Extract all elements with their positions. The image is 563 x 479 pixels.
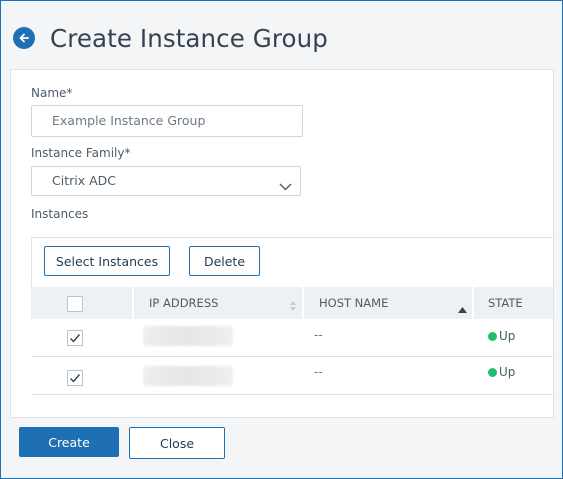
delete-button[interactable]: Delete <box>189 246 260 276</box>
dialog-window: Create Instance Group Name* Instance Fam… <box>0 0 563 479</box>
select-all-checkbox[interactable] <box>67 296 83 312</box>
table-row[interactable]: -- Up <box>31 319 553 357</box>
arrow-left-circle-icon[interactable] <box>13 27 35 49</box>
column-divider <box>132 287 134 319</box>
dialog-footer: Create Close <box>10 417 552 468</box>
state-cell: Up <box>488 329 515 343</box>
column-header-state[interactable]: STATE <box>488 287 523 319</box>
host-name-cell: -- <box>314 328 323 342</box>
name-input[interactable] <box>31 105 303 137</box>
ip-address-cell <box>143 366 233 386</box>
instance-family-value: Citrix ADC <box>52 173 116 188</box>
select-instances-button[interactable]: Select Instances <box>44 246 170 276</box>
column-header-ip-address[interactable]: IP ADDRESS <box>149 287 218 319</box>
host-name-cell: -- <box>314 365 323 379</box>
close-button[interactable]: Close <box>129 427 225 459</box>
sort-ascending-icon[interactable] <box>458 298 467 317</box>
status-up-icon <box>488 367 497 377</box>
instances-label: Instances <box>31 207 89 221</box>
name-label: Name* <box>31 86 73 100</box>
form-panel: Name* Instance Family* Citrix ADC Instan… <box>10 69 554 418</box>
column-header-host-name[interactable]: HOST NAME <box>319 287 388 319</box>
create-button[interactable]: Create <box>19 427 119 457</box>
status-up-icon <box>488 331 497 341</box>
table-row[interactable]: -- Up <box>31 357 553 395</box>
instance-family-select[interactable]: Citrix ADC <box>31 166 301 196</box>
row-checkbox[interactable] <box>67 370 83 386</box>
page-header: Create Instance Group <box>13 21 328 55</box>
page-title: Create Instance Group <box>50 23 328 53</box>
sort-icon[interactable] <box>289 297 297 316</box>
state-text: Up <box>499 329 516 343</box>
chevron-down-icon <box>279 176 292 195</box>
table-header: IP ADDRESS HOST NAME STATE <box>31 287 553 319</box>
instance-family-label: Instance Family* <box>31 146 131 160</box>
state-cell: Up <box>488 365 515 379</box>
table-toolbar: Select Instances Delete <box>31 237 553 288</box>
instances-table: Select Instances Delete IP ADDRESS HOST … <box>31 237 553 397</box>
row-checkbox[interactable] <box>67 330 83 346</box>
ip-address-cell <box>143 326 233 346</box>
column-divider <box>472 287 474 319</box>
column-divider <box>302 287 304 319</box>
state-text: Up <box>499 365 516 379</box>
